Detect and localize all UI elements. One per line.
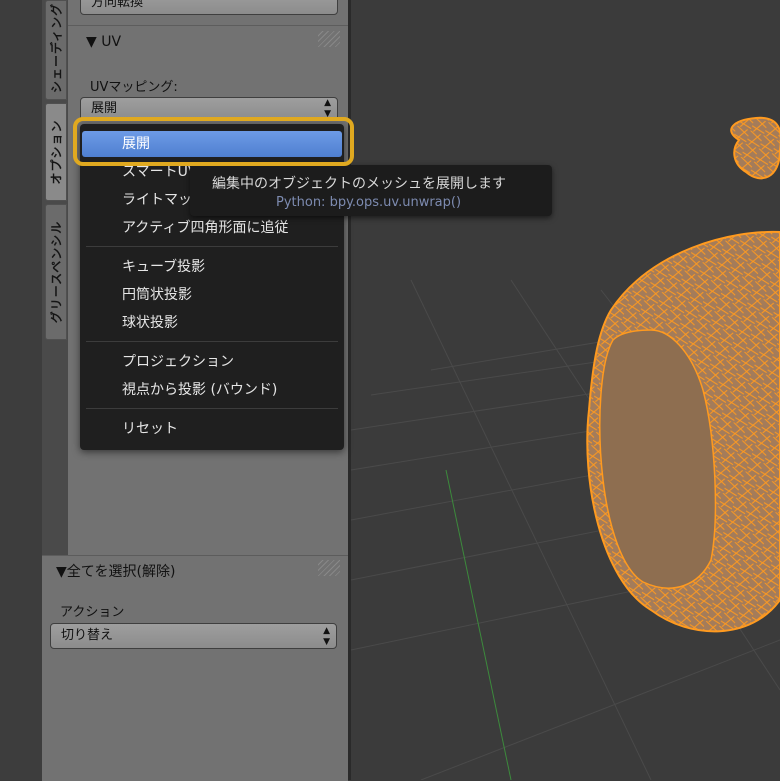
select-all-panel: ▼全てを選択(解除) アクション 切り替え ▲ ▼ (42, 555, 348, 781)
action-value: 切り替え (61, 628, 114, 643)
section-divider (68, 25, 348, 26)
menu-item-follow-active-quads[interactable]: アクティブ四角形面に追従 (82, 215, 342, 241)
tab-shading[interactable]: シェーディング (45, 0, 67, 100)
tab-grease-pencil-label: グリースペンシル (49, 220, 64, 324)
uv-mapping-value: 展開 (91, 101, 118, 116)
viewport-scene (351, 116, 780, 780)
mesh-object[interactable] (586, 116, 780, 633)
highlight-frame (73, 117, 354, 166)
flip-direction-label: 方向転換 (91, 0, 144, 10)
menu-item-reset[interactable]: リセット (82, 416, 342, 442)
menu-separator (86, 246, 338, 247)
menu-item-cube-projection[interactable]: キューブ投影 (82, 254, 342, 280)
tab-shading-label: シェーディング (49, 2, 64, 94)
tooltip-python: Python: bpy.ops.uv.unwrap() (276, 195, 462, 210)
menu-separator (86, 341, 338, 342)
left-edge (0, 0, 42, 780)
tooltip-description: 編集中のオブジェクトのメッシュを展開します (212, 176, 506, 192)
menu-item-cylinder-projection[interactable]: 円筒状投影 (82, 282, 342, 308)
menu-item-project-from-view-bounds[interactable]: 視点から投影 (バウンド) (82, 377, 342, 403)
action-label: アクション (60, 605, 125, 620)
y-axis-line (445, 469, 512, 780)
menu-separator (86, 408, 338, 409)
3d-viewport[interactable] (351, 0, 780, 780)
tab-grease-pencil[interactable]: グリースペンシル (45, 204, 67, 340)
unwrap-tooltip: 編集中のオブジェクトのメッシュを展開します Python: bpy.ops.uv… (190, 165, 552, 216)
menu-item-sphere-projection[interactable]: 球状投影 (82, 310, 342, 336)
panel-grip-icon[interactable] (318, 560, 340, 576)
tab-options-label: オプション (49, 119, 64, 185)
tab-options[interactable]: オプション (45, 103, 67, 201)
action-dropdown[interactable]: 切り替え ▲ ▼ (50, 623, 337, 649)
panel-grip-icon[interactable] (318, 31, 340, 47)
flip-direction-button[interactable]: 方向転換 (80, 0, 338, 15)
up-down-arrows-icon: ▲ ▼ (323, 626, 330, 647)
menu-item-project-from-view[interactable]: プロジェクション (82, 349, 342, 375)
uv-panel-header[interactable]: ▼ UV (86, 34, 121, 50)
uv-mapping-label: UVマッピング: (90, 80, 178, 95)
select-all-header[interactable]: ▼全てを選択(解除) (56, 561, 175, 581)
